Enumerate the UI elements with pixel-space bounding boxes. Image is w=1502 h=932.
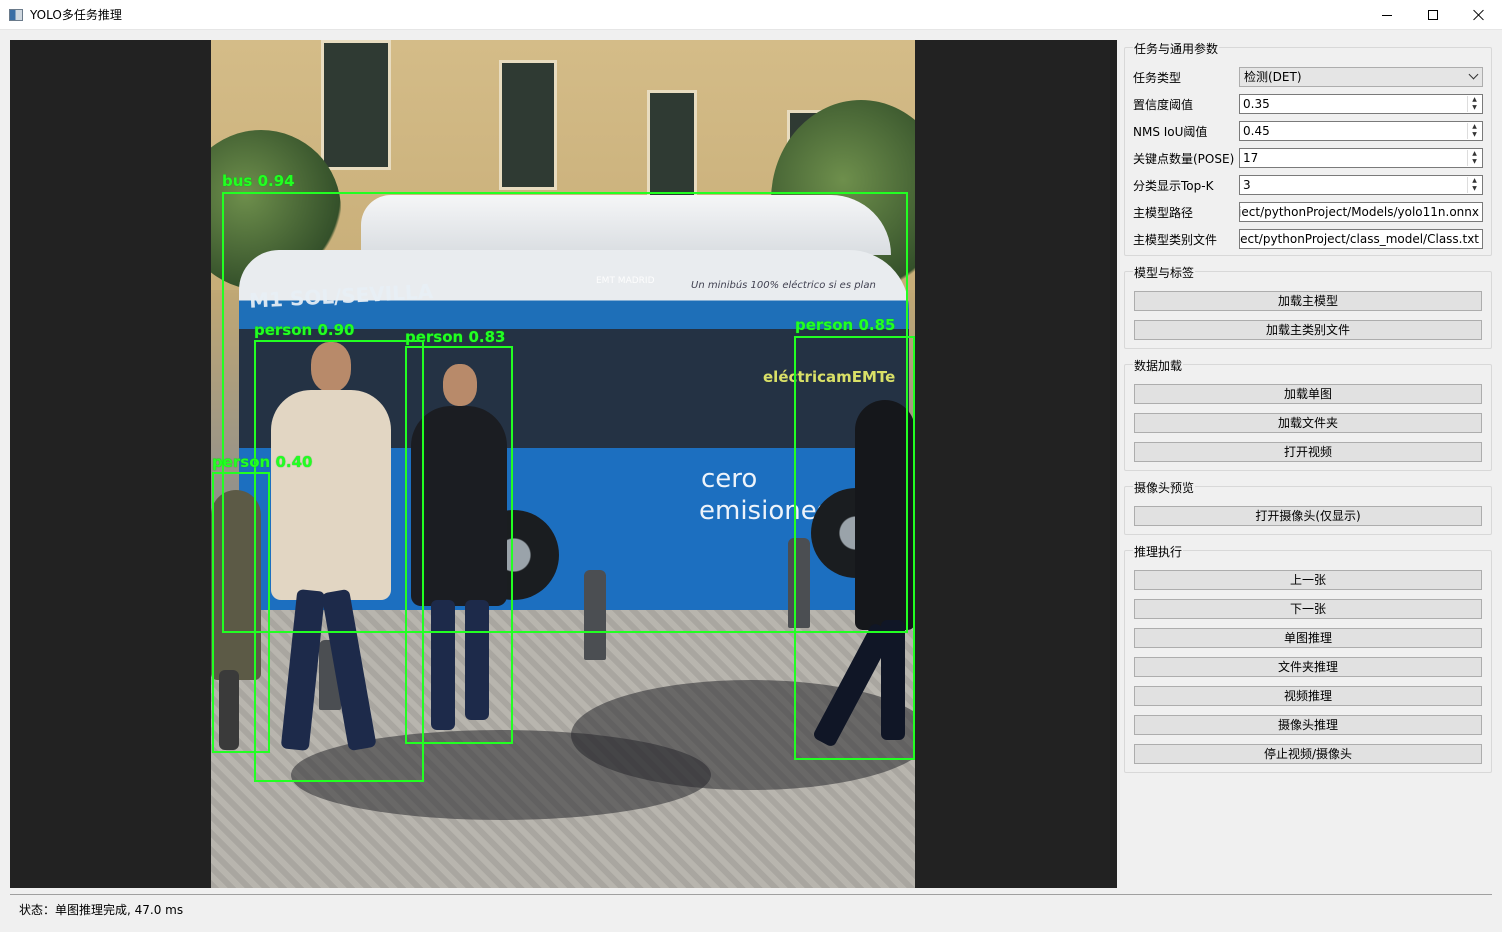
conf-label: 置信度阈值: [1133, 98, 1194, 112]
title-bar: YOLO多任务推理: [0, 0, 1502, 30]
spin-down-icon[interactable]: ▼: [1468, 131, 1481, 139]
detection-box-person: [794, 336, 915, 760]
spin-up-icon[interactable]: ▲: [1468, 96, 1481, 104]
class-file-label: 主模型类别文件: [1133, 233, 1218, 247]
close-button[interactable]: [1456, 0, 1502, 30]
window-title: YOLO多任务推理: [30, 8, 122, 22]
camera-infer-button[interactable]: 摄像头推理: [1134, 715, 1482, 735]
chevron-down-icon: [1468, 69, 1479, 80]
stop-button[interactable]: 停止视频/摄像头: [1134, 744, 1482, 764]
detection-box-person: [405, 346, 513, 744]
group-general-params: 任务与通用参数 任务类型 检测(DET) 置信度阈值 0.35 ▲ ▼ NMS I…: [1124, 40, 1492, 256]
building-window: [647, 90, 697, 200]
video-infer-button[interactable]: 视频推理: [1134, 686, 1482, 706]
task-type-label: 任务类型: [1133, 71, 1182, 85]
spin-up-icon[interactable]: ▲: [1468, 123, 1481, 131]
group-title: 任务与通用参数: [1133, 40, 1220, 57]
topk-label: 分类显示Top-K: [1133, 179, 1214, 193]
group-title: 模型与标签: [1133, 264, 1196, 281]
model-path-input[interactable]: oject/pythonProject/Models/yolo11n.onnx: [1239, 202, 1483, 222]
open-video-button[interactable]: 打开视频: [1134, 442, 1482, 462]
conf-spinbox[interactable]: 0.35 ▲ ▼: [1239, 94, 1483, 114]
detection-label-bus: bus 0.94: [222, 172, 295, 190]
load-folder-button[interactable]: 加载文件夹: [1134, 413, 1482, 433]
app-icon: [9, 8, 23, 21]
folder-infer-button[interactable]: 文件夹推理: [1134, 657, 1482, 677]
model-path-label: 主模型路径: [1133, 206, 1194, 220]
single-infer-button[interactable]: 单图推理: [1134, 628, 1482, 648]
building-window: [499, 60, 557, 190]
group-data-loading: 数据加载 加载单图 加载文件夹 打开视频: [1124, 357, 1492, 471]
group-camera-preview: 摄像头预览 打开摄像头(仅显示): [1124, 479, 1492, 535]
class-file-value: oject/pythonProject/class_model/Class.tx…: [1239, 232, 1479, 246]
detection-box-person: [212, 472, 270, 753]
spin-up-icon[interactable]: ▲: [1468, 177, 1481, 185]
maximize-icon: [1428, 10, 1438, 20]
group-title: 数据加载: [1133, 357, 1184, 374]
inference-image: M1 SOL/SEVILLA EMT MADRID Un minibús 100…: [211, 40, 915, 888]
iou-value: 0.45: [1243, 124, 1270, 138]
spin-down-icon[interactable]: ▼: [1468, 185, 1481, 193]
conf-value: 0.35: [1243, 97, 1270, 111]
group-title: 推理执行: [1133, 543, 1184, 560]
load-model-button[interactable]: 加载主模型: [1134, 291, 1482, 311]
load-image-button[interactable]: 加载单图: [1134, 384, 1482, 404]
kpt-value: 17: [1243, 151, 1259, 165]
image-display: M1 SOL/SEVILLA EMT MADRID Un minibús 100…: [10, 40, 1117, 888]
load-classes-button[interactable]: 加载主类别文件: [1134, 320, 1482, 340]
kpt-label: 关键点数量(POSE): [1133, 152, 1235, 166]
open-camera-button[interactable]: 打开摄像头(仅显示): [1134, 506, 1482, 526]
building-window: [321, 40, 391, 170]
task-type-select[interactable]: 检测(DET): [1239, 67, 1483, 87]
detection-label-person: person 0.85: [795, 316, 896, 334]
minimize-icon: [1382, 14, 1392, 16]
maximize-button[interactable]: [1410, 0, 1456, 30]
detection-label-person: person 0.40: [212, 453, 313, 471]
class-file-input[interactable]: oject/pythonProject/class_model/Class.tx…: [1239, 229, 1483, 249]
spin-down-icon[interactable]: ▼: [1468, 158, 1481, 166]
next-image-button[interactable]: 下一张: [1134, 599, 1482, 619]
spin-up-icon[interactable]: ▲: [1468, 150, 1481, 158]
status-text: 状态：单图推理完成, 47.0 ms: [19, 903, 184, 917]
kpt-spinbox[interactable]: 17 ▲ ▼: [1239, 148, 1483, 168]
group-inference: 推理执行 上一张 下一张 单图推理 文件夹推理 视频推理 摄像头推理 停止视频/…: [1124, 543, 1492, 773]
task-type-value: 检测(DET): [1244, 70, 1302, 84]
topk-spinbox[interactable]: 3 ▲ ▼: [1239, 175, 1483, 195]
group-title: 摄像头预览: [1133, 479, 1196, 496]
detection-label-person: person 0.90: [254, 321, 355, 339]
group-model-labels: 模型与标签 加载主模型 加载主类别文件: [1124, 264, 1492, 349]
iou-spinbox[interactable]: 0.45 ▲ ▼: [1239, 121, 1483, 141]
detection-label-person: person 0.83: [405, 328, 506, 346]
minimize-button[interactable]: [1364, 0, 1410, 30]
close-icon: [1473, 9, 1485, 21]
detection-box-person: [254, 340, 424, 782]
spin-down-icon[interactable]: ▼: [1468, 104, 1481, 112]
topk-value: 3: [1243, 178, 1251, 192]
iou-label: NMS IoU阈值: [1133, 125, 1208, 139]
status-separator: [10, 894, 1492, 895]
prev-image-button[interactable]: 上一张: [1134, 570, 1482, 590]
model-path-value: oject/pythonProject/Models/yolo11n.onnx: [1239, 205, 1479, 219]
